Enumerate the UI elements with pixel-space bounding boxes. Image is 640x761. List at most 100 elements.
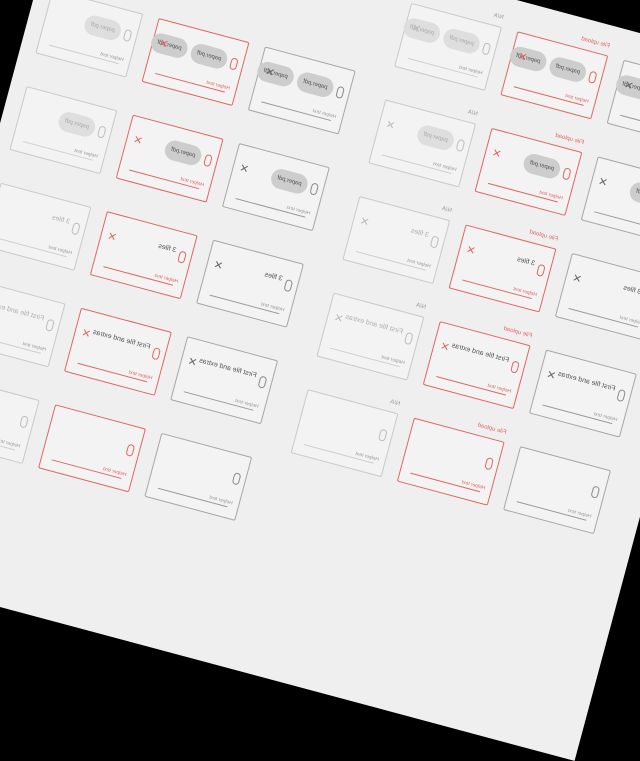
file-name: First file and extras (557, 370, 617, 393)
field-title: N/A (441, 205, 453, 215)
field-title: File upload (528, 229, 559, 243)
paperclip-icon (70, 221, 81, 236)
close-icon[interactable]: ✕ (465, 243, 477, 258)
close-icon[interactable]: ✕ (597, 175, 609, 190)
paperclip-icon (231, 472, 242, 486)
field-title: N/A (415, 302, 427, 311)
file-upload-empty-error[interactable]: File upload Helper text (396, 417, 507, 506)
paperclip-icon (561, 167, 572, 181)
file-upload-single-chip[interactable]: paper.pdf ✕ Helper text (580, 156, 640, 245)
paperclip-icon (44, 318, 55, 332)
file-chip[interactable]: paper.pdf (162, 138, 204, 168)
file-name: First file and extras (450, 342, 510, 365)
file-count: 3 files (157, 242, 177, 255)
field-title: File upload (476, 422, 507, 436)
file-chip: paper.pdf (56, 109, 98, 139)
file-chip[interactable]: paper.pdf (255, 59, 297, 89)
file-upload-single-chip-error[interactable]: paper.pdf ✕ Helper text (115, 114, 224, 203)
file-name: First file and extras (344, 313, 404, 336)
file-upload-single-chip-disabled: N/A paper.pdf ✕ Helper text (368, 99, 478, 188)
close-icon[interactable]: ✕ (132, 133, 144, 148)
file-upload-empty[interactable]: Helper text (503, 446, 611, 535)
file-upload-empty[interactable]: Helper text (144, 432, 253, 521)
file-chip[interactable]: paper.pdf (268, 166, 310, 196)
paperclip-icon (510, 360, 520, 374)
paperclip-icon (96, 125, 107, 139)
close-icon[interactable]: ✕ (238, 161, 250, 176)
close-icon[interactable]: ✕ (545, 368, 557, 383)
paperclip-icon (590, 485, 601, 499)
file-upload-count[interactable]: 3 files ✕ Helper text (554, 252, 640, 342)
file-upload-empty-error[interactable]: Helper text (38, 404, 146, 493)
paperclip-icon (403, 331, 414, 346)
file-upload-count-disabled: N/A 3 files ✕ Helper text (342, 195, 453, 285)
file-upload-long-name-error[interactable]: File upload First file and extras ✕ Help… (422, 321, 533, 410)
paperclip-icon (125, 443, 136, 458)
file-count: 3 files (263, 271, 284, 283)
paperclip-icon (203, 153, 213, 168)
paperclip-icon (455, 138, 466, 153)
field-underline (594, 211, 640, 231)
close-icon: ✕ (384, 118, 397, 133)
file-upload-single-chip-disabled: paper.pdf Helper text (9, 86, 118, 175)
paperclip-icon (377, 428, 388, 442)
file-count: 3 files (622, 284, 640, 297)
file-upload-long-name[interactable]: First file and extras ✕ Helper text (528, 349, 637, 438)
close-icon[interactable]: ✕ (491, 146, 503, 161)
file-upload-long-name[interactable]: First file and extras ✕ Helper text (170, 336, 279, 425)
close-icon[interactable]: ✕ (106, 229, 118, 244)
paperclip-icon (587, 70, 598, 84)
paperclip-icon (484, 456, 495, 471)
paperclip-icon (616, 388, 627, 403)
file-upload-chips-disabled: N/A paper.pdf paper.pdf ✕ Helper text (394, 2, 504, 91)
file-chip[interactable]: paper.pdf (521, 151, 563, 181)
file-upload-chips-error[interactable]: File upload paper.pdf paper.pdf ✕ Helper… (500, 31, 611, 120)
paperclip-icon (177, 250, 187, 264)
paperclip-icon (429, 235, 440, 249)
file-chip[interactable]: paper.pdf (627, 180, 640, 210)
close-icon[interactable]: ✕ (212, 258, 224, 273)
paperclip-icon (228, 57, 239, 71)
file-upload-empty-disabled: Helper text (0, 375, 40, 464)
close-icon[interactable]: ✕ (571, 271, 583, 286)
paperclip-icon (283, 278, 294, 293)
field-title: File upload (502, 325, 533, 340)
file-upload-count-error[interactable]: 3 files ✕ Helper text (89, 211, 198, 300)
file-name: First file and extras (198, 357, 258, 380)
paperclip-icon (151, 347, 162, 361)
file-upload-count-error[interactable]: File upload 3 files ✕ Helper text (448, 224, 559, 313)
file-upload-single-chip-error[interactable]: File upload paper.pdf ✕ Helper text (474, 127, 585, 216)
file-upload-chips[interactable]: paper.pdf paper.pdf ✕ Helper text (606, 59, 640, 148)
file-upload-chips[interactable]: paper.pdf paper.pdf ✕ Helper text (247, 46, 356, 135)
close-icon[interactable]: ✕ (439, 339, 451, 354)
file-upload-long-name-error[interactable]: First file and extras ✕ Helper text (63, 307, 172, 396)
file-chip[interactable]: paper.pdf (148, 31, 190, 61)
field-title: File upload (580, 36, 611, 50)
paperclip-icon (481, 42, 492, 56)
field-title: File upload (554, 132, 585, 147)
paperclip-icon (122, 28, 133, 43)
close-icon: ✕ (332, 311, 345, 326)
file-upload-count[interactable]: 3 files ✕ Helper text (196, 239, 304, 328)
file-count: 3 files (516, 256, 536, 268)
close-icon[interactable]: ✕ (186, 354, 198, 369)
file-upload-long-name-disabled: N/A First file and extras ✕ Helper text (316, 292, 427, 381)
file-count: 3 files (409, 227, 430, 240)
file-chip[interactable]: paper.pdf (507, 44, 549, 74)
field-title: N/A (389, 399, 401, 408)
file-upload-count-disabled: 3 files Helper text (0, 182, 92, 271)
close-icon[interactable]: ✕ (80, 326, 92, 341)
field-underline (620, 114, 640, 135)
file-chip[interactable]: paper.pdf (547, 55, 589, 85)
file-chip: paper.pdf (415, 123, 457, 153)
file-chip: paper.pdf (441, 26, 482, 56)
close-icon: ✕ (358, 215, 371, 230)
file-upload-chips-error[interactable]: paper.pdf paper.pdf ✕ Helper text (141, 17, 250, 107)
file-upload-empty-disabled: N/A Helper text (290, 389, 401, 478)
file-upload-chips-disabled: paper.pdf Helper text (35, 0, 144, 78)
file-upload-single-chip[interactable]: paper.pdf ✕ Helper text (221, 143, 330, 232)
file-count: 3 files (51, 214, 71, 226)
paperclip-icon (19, 415, 29, 429)
file-chip[interactable]: paper.pdf (294, 70, 336, 100)
file-chip[interactable]: paper.pdf (188, 41, 230, 71)
